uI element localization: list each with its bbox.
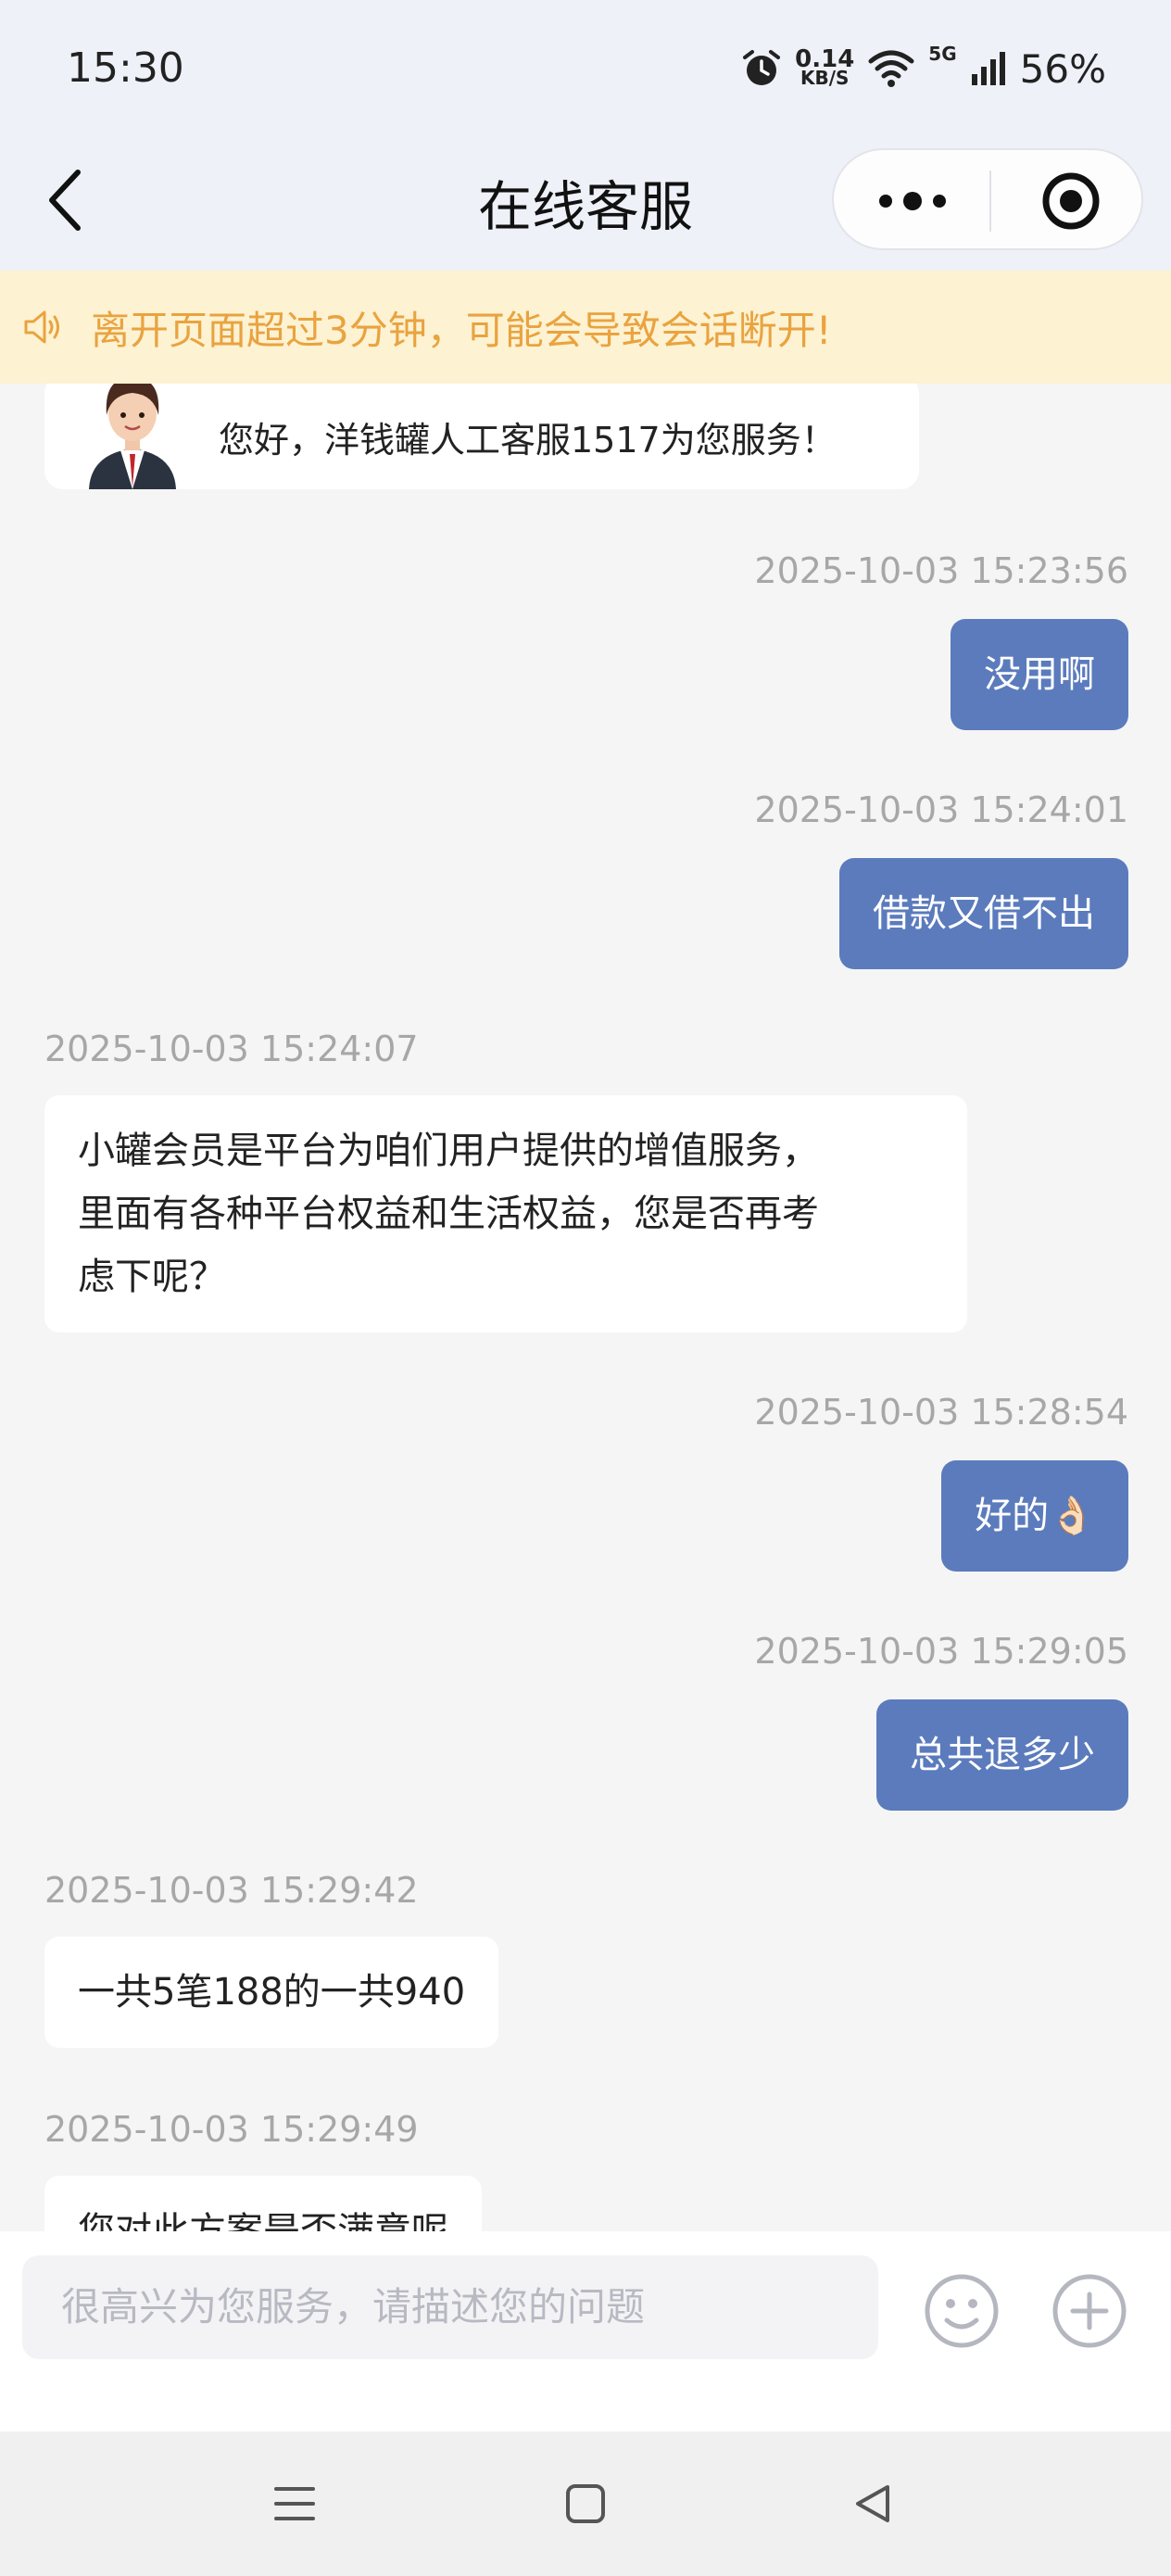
input-bar: 很高兴为您服务，请描述您的问题 xyxy=(0,2231,1171,2431)
net-speed-unit: KB/S xyxy=(800,67,850,89)
status-icons: 0.14 KB/S 5G 56% xyxy=(741,43,1106,95)
net-speed-value: 0.14 xyxy=(795,45,855,73)
agent-message-bubble[interactable]: 您对此方案是否满意呢 xyxy=(44,2176,482,2231)
message-timestamp: 2025-10-03 15:29:05 xyxy=(754,1631,1128,1672)
message-timestamp: 2025-10-03 15:29:49 xyxy=(44,2109,419,2150)
my-message-bubble[interactable]: 总共退多少 xyxy=(876,1699,1128,1811)
agent-message-line: 虑下呢？ xyxy=(78,1256,226,1298)
my-message-bubble[interactable]: 没用啊 xyxy=(951,619,1128,730)
system-nav-bar xyxy=(0,2431,1171,2576)
back-triangle-icon[interactable] xyxy=(850,2481,895,2526)
message-timestamp: 2025-10-03 15:23:56 xyxy=(754,550,1128,591)
close-target-icon[interactable] xyxy=(1039,170,1102,233)
message-timestamp: 2025-10-03 15:24:07 xyxy=(44,1029,419,1069)
agent-message-line: 里面有各种平台权益和生活权益，您是否再考 xyxy=(78,1193,819,1235)
status-time: 15:30 xyxy=(67,44,184,92)
mini-program-capsule xyxy=(832,148,1143,250)
capsule-divider xyxy=(989,170,991,232)
my-message-bubble[interactable]: 借款又借不出 xyxy=(839,858,1128,969)
home-icon[interactable] xyxy=(563,2481,608,2526)
wifi-icon xyxy=(868,50,914,87)
alarm-icon xyxy=(743,50,781,85)
more-dots-icon[interactable] xyxy=(871,178,954,224)
top-bar: 15:30 0.14 KB/S 5G 56% 在线客服 xyxy=(0,0,1171,271)
message-input[interactable]: 很高兴为您服务，请描述您的问题 xyxy=(22,2255,878,2359)
signal-icon xyxy=(971,52,1005,85)
speaker-icon xyxy=(24,310,59,344)
plus-icon[interactable] xyxy=(1051,2272,1128,2350)
chat-page: 15:30 0.14 KB/S 5G 56% 在线客服 离开页面超过3分钟，可能… xyxy=(0,0,1171,2576)
message-timestamp: 2025-10-03 15:29:42 xyxy=(44,1870,419,1911)
agent-intro-text: 您好，洋钱罐人工客服1517为您服务！ xyxy=(219,420,837,461)
menu-icon[interactable] xyxy=(272,2481,317,2526)
chat-list[interactable]: 您好，洋钱罐人工客服1517为您服务！ 2025-10-03 15:23:56 … xyxy=(0,384,1171,2231)
message-timestamp: 2025-10-03 15:28:54 xyxy=(754,1392,1128,1433)
my-message-bubble[interactable]: 好的👌🏻 xyxy=(941,1460,1128,1572)
agent-intro-card: 您好，洋钱罐人工客服1517为您服务！ xyxy=(44,384,919,489)
net-speed: 0.14 KB/S xyxy=(795,45,855,89)
agent-message-bubble[interactable]: 一共5笔188的一共940 xyxy=(44,1937,499,2048)
message-timestamp: 2025-10-03 15:24:01 xyxy=(754,789,1128,830)
notice-text: 离开页面超过3分钟，可能会导致会话断开! xyxy=(91,307,832,353)
battery-level: 56% xyxy=(1019,45,1106,92)
notice-banner: 离开页面超过3分钟，可能会导致会话断开! xyxy=(0,271,1171,384)
agent-message-bubble[interactable]: 小罐会员是平台为咱们用户提供的增值服务， 里面有各种平台权益和生活权益，您是否再… xyxy=(44,1095,967,1332)
network-type: 5G xyxy=(928,43,957,65)
agent-message-line: 小罐会员是平台为咱们用户提供的增值服务， xyxy=(78,1130,819,1172)
agent-avatar xyxy=(89,384,176,489)
emoji-icon[interactable] xyxy=(923,2272,1001,2350)
